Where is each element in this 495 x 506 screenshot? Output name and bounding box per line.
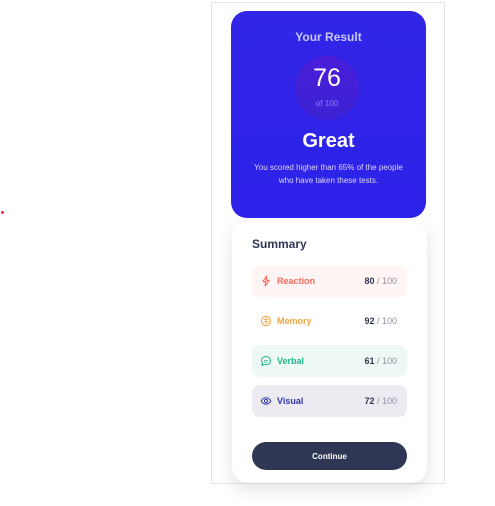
score-total: of 100 [315,99,339,108]
summary-panel: Summary Reaction 80 / 100 Memory 92 / 10… [232,221,427,483]
summary-item-value-reaction: 80 [364,276,375,286]
summary-item-score-memory: 92 / 100 [364,315,397,327]
summary-item-max-verbal: / 100 [374,356,397,366]
lightning-icon [262,275,270,287]
stray-dot [1,211,4,214]
result-panel: Your Result 76 of 100 Great You scored h… [231,11,426,218]
summary-item-value-visual: 72 [364,396,375,406]
continue-button[interactable]: Continue [252,442,407,470]
summary-item-max-visual: / 100 [374,396,397,406]
summary-item-score-reaction: 80 / 100 [364,275,397,287]
summary-item-label-reaction: Reaction [277,276,316,286]
result-title: Your Result [295,30,362,44]
score-circle: 76 of 100 [295,56,359,120]
summary-item-reaction: Reaction 80 / 100 [252,265,407,297]
chat-bubble-icon [260,355,272,367]
summary-item-verbal: Verbal 61 / 100 [252,345,407,377]
summary-item-value-memory: 92 [364,316,375,326]
summary-item-score-visual: 72 / 100 [364,395,397,407]
brain-icon [260,315,272,327]
summary-item-max-reaction: / 100 [374,276,397,286]
eye-icon [260,397,272,405]
score-value: 76 [313,64,341,92]
summary-item-value-verbal: 61 [364,356,375,366]
summary-item-max-memory: / 100 [374,316,397,326]
summary-item-label-verbal: Verbal [277,356,305,366]
result-description: You scored higher than 65% of the people… [254,163,403,185]
summary-title: Summary [252,237,307,251]
summary-item-label-memory: Memory [277,316,312,326]
summary-item-memory: Memory 92 / 100 [252,305,407,337]
result-rating: Great [302,130,355,152]
summary-item-visual: Visual 72 / 100 [252,385,407,417]
summary-item-score-verbal: 61 / 100 [364,355,397,367]
summary-item-label-visual: Visual [277,396,304,406]
